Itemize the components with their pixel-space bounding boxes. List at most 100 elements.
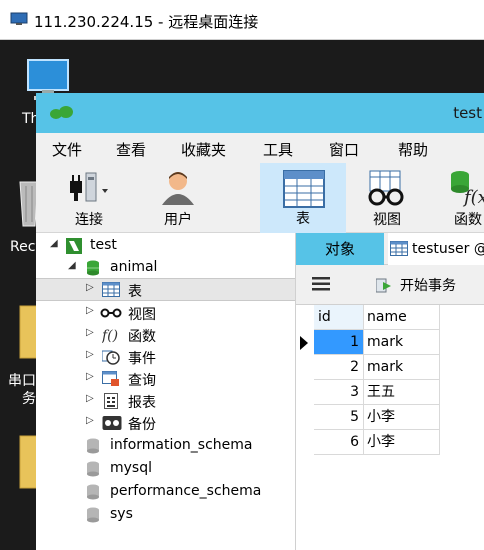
table-row[interactable]: 6 小李 — [296, 430, 484, 455]
row-indicator — [296, 430, 314, 455]
backup-icon — [102, 416, 122, 430]
table-row[interactable]: 2 mark — [296, 355, 484, 380]
connect-button[interactable]: 连接 — [56, 163, 122, 233]
menu-favorites[interactable]: 收藏夹 — [181, 139, 226, 160]
expand-arrow-icon[interactable]: ▷ — [86, 349, 94, 360]
expand-arrow-icon[interactable]: ▷ — [86, 371, 94, 382]
function-button[interactable]: f(x 函数 — [444, 163, 484, 233]
expand-arrow-icon[interactable]: ▷ — [86, 327, 94, 338]
menu-bar: 文件 查看 收藏夹 工具 窗口 帮助 — [36, 133, 484, 163]
glasses-icon — [368, 170, 404, 206]
function-icon: f(x — [451, 171, 484, 207]
expand-arrow-icon[interactable]: ▷ — [86, 393, 94, 404]
cell-id[interactable]: 5 — [314, 405, 364, 430]
view-button[interactable]: 视图 — [358, 163, 416, 233]
user-icon — [162, 172, 194, 205]
tree-node-views[interactable]: ▷ 视图 — [36, 302, 295, 324]
tree-node-tables[interactable]: ▷ 表 — [36, 278, 295, 301]
glasses-icon — [100, 308, 122, 318]
tree-node-backups[interactable]: ▷ 备份 — [36, 412, 295, 434]
tree-node-functions[interactable]: ▷ f() 函数 — [36, 324, 295, 346]
data-toolbar: 开始事务 — [296, 265, 484, 305]
database-gray-icon — [87, 461, 99, 477]
function-icon: f() — [102, 328, 118, 343]
menu-file[interactable]: 文件 — [52, 139, 82, 160]
desktop-icon-label: 务 — [22, 391, 36, 407]
query-icon — [102, 371, 119, 386]
begin-transaction-label: 开始事务 — [400, 278, 456, 294]
tree-database-information-schema[interactable]: information_schema — [36, 435, 295, 457]
tree-database-animal[interactable]: ◢ animal — [36, 257, 295, 279]
menu-view[interactable]: 查看 — [116, 139, 146, 160]
table-row[interactable]: 5 小李 — [296, 405, 484, 430]
tree-label: 视图 — [128, 307, 156, 323]
row-indicator-header — [296, 305, 314, 330]
column-header-id[interactable]: id — [314, 305, 364, 330]
user-button[interactable]: 用户 — [148, 163, 208, 233]
user-label: 用户 — [164, 212, 192, 228]
expand-arrow-icon[interactable]: ▷ — [86, 415, 94, 426]
tree-label: 表 — [128, 284, 142, 300]
database-gray-icon — [87, 507, 99, 523]
column-header-name[interactable]: name — [364, 305, 440, 330]
svg-text:f(x: f(x — [462, 187, 484, 207]
tree-node-events[interactable]: ▷ 事件 — [36, 346, 295, 368]
cell-name[interactable]: 王五 — [364, 380, 440, 405]
tree-database-mysql[interactable]: mysql — [36, 458, 295, 480]
object-tree: ◢ test ◢ animal ▷ 表 ▷ 视图 ▷ f() 函数 ▷ 事件 ▷… — [36, 233, 296, 550]
table-icon — [390, 241, 408, 256]
collapse-arrow-icon[interactable]: ◢ — [50, 238, 58, 249]
row-indicator — [296, 355, 314, 380]
tab-bar: 对象 testuser @ — [296, 233, 484, 265]
rdp-title: 111.230.224.15 - 远程桌面连接 — [34, 13, 259, 31]
cell-id[interactable]: 3 — [314, 380, 364, 405]
cell-id[interactable]: 6 — [314, 430, 364, 455]
table-button[interactable]: 表 — [260, 163, 346, 233]
navicat-logo-icon — [50, 106, 73, 119]
cell-name[interactable]: 小李 — [364, 430, 440, 455]
collapse-arrow-icon[interactable]: ◢ — [68, 260, 76, 271]
database-gray-icon — [87, 484, 99, 500]
expand-arrow-icon[interactable]: ▷ — [86, 282, 94, 293]
cell-name[interactable]: 小李 — [364, 405, 440, 430]
menu-tools[interactable]: 工具 — [263, 139, 293, 160]
cell-id[interactable]: 2 — [314, 355, 364, 380]
menu-help[interactable]: 帮助 — [398, 139, 428, 160]
tree-connection-test[interactable]: ◢ test — [36, 235, 295, 257]
database-icon — [87, 260, 99, 276]
table-row[interactable]: 1 mark — [296, 330, 484, 355]
cell-name[interactable]: mark — [364, 330, 440, 355]
cell-name[interactable]: mark — [364, 355, 440, 380]
data-grid: id name 1 mark 2 mark 3 王五 5 小李 6 小李 — [296, 305, 484, 550]
table-row[interactable]: 3 王五 — [296, 380, 484, 405]
tree-label: animal — [110, 259, 158, 275]
table-label: 表 — [296, 211, 310, 227]
tree-node-queries[interactable]: ▷ 查询 — [36, 368, 295, 390]
table-icon — [102, 282, 120, 297]
tree-database-sys[interactable]: sys — [36, 504, 295, 526]
window-title: test — [453, 104, 482, 122]
table-icon — [283, 170, 325, 208]
database-gray-icon — [87, 438, 99, 454]
hamburger-menu-icon[interactable] — [312, 277, 330, 291]
main-toolbar: 连接 用户 表 视图 f(函数 — [36, 163, 484, 233]
clock-icon — [102, 350, 120, 365]
tab-objects[interactable]: 对象 — [296, 233, 384, 265]
menu-window[interactable]: 窗口 — [329, 139, 359, 160]
tree-label: 函数 — [128, 329, 156, 345]
report-icon — [104, 393, 118, 409]
tree-database-performance-schema[interactable]: performance_schema — [36, 481, 295, 503]
tree-label: 查询 — [128, 373, 156, 389]
expand-arrow-icon[interactable]: ▷ — [86, 305, 94, 316]
tab-testuser[interactable]: testuser @ — [388, 233, 484, 265]
navicat-window: test 文件 查看 收藏夹 工具 窗口 帮助 连接 用户 表 视图 f(函数… — [36, 93, 484, 550]
tree-label: 报表 — [128, 395, 156, 411]
tab-testuser-label: testuser @ — [412, 241, 484, 257]
content-pane: 对象 testuser @ 开始事务 id name 1 mark 2 mark… — [296, 233, 484, 550]
tree-label: test — [90, 237, 117, 253]
tree-label: performance_schema — [110, 483, 262, 499]
cell-id[interactable]: 1 — [314, 330, 364, 355]
row-indicator — [296, 380, 314, 405]
tree-node-reports[interactable]: ▷ 报表 — [36, 390, 295, 412]
current-row-arrow-icon — [296, 330, 314, 355]
